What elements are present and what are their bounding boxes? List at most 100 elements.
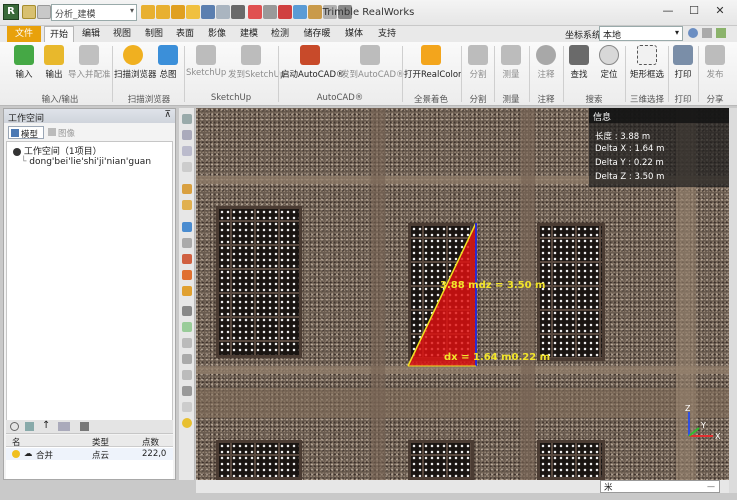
send-sketchup-button[interactable]: 发到SketchUp [228, 45, 285, 89]
color-icon[interactable] [182, 200, 192, 210]
close-button[interactable]: ✕ [706, 0, 734, 22]
import-registration-button[interactable]: 导入并配准 [68, 45, 111, 89]
segment-button[interactable]: 分割 [464, 45, 492, 89]
maximize-button[interactable]: ☐ [680, 0, 708, 22]
top-view-icon[interactable] [182, 254, 192, 264]
y-axis-label: Y [700, 421, 706, 430]
find-button[interactable]: 查找 [566, 45, 592, 89]
locate-button[interactable]: 定位 [596, 45, 622, 89]
table-row[interactable]: ☁ 合并 点云 222,0 [6, 448, 173, 461]
tab-image[interactable]: 图像 [46, 126, 80, 139]
settings-icon[interactable] [80, 422, 89, 431]
fit-view-icon[interactable] [182, 162, 192, 172]
group-label-share: 分享 [706, 95, 724, 105]
tab-imaging[interactable]: 影像 [204, 26, 230, 42]
sun-icon[interactable] [182, 418, 192, 428]
tab-home[interactable]: 开始 [44, 26, 74, 42]
tab-modeling[interactable]: 建模 [236, 26, 262, 42]
tab-support[interactable]: 支持 [374, 26, 400, 42]
info-delta-x: Delta X : 1.64 m [595, 144, 665, 154]
pan-view-icon[interactable] [182, 130, 192, 140]
overview-button[interactable]: 总图 [154, 45, 182, 89]
tab-drawing[interactable]: 制图 [141, 26, 167, 42]
light-icon[interactable] [182, 184, 192, 194]
options-icon[interactable] [702, 28, 712, 38]
tree-project-item[interactable]: └ dong'bei'lie'shi'ji'nian'guan [21, 157, 151, 167]
column-header-name[interactable]: 名 [12, 436, 21, 448]
limit-box-icon[interactable] [182, 370, 192, 380]
row-name: 合并 [36, 451, 54, 461]
tab-edit[interactable]: 编辑 [78, 26, 104, 42]
back-view-icon[interactable] [182, 238, 192, 248]
unit-value: 米 [604, 483, 613, 493]
output-label: 输出 [45, 70, 63, 80]
property-table: 名 类型 点数 ☁ 合并 点云 222,0 [6, 435, 173, 479]
perspective-icon[interactable] [182, 306, 192, 316]
axis-gizmo: X Y Z [685, 404, 721, 441]
tab-inspection[interactable]: 检测 [267, 26, 293, 42]
filter-icon[interactable] [25, 422, 34, 431]
group-label-search: 搜索 [585, 95, 603, 105]
print-button[interactable]: 打印 [670, 45, 696, 89]
help-icon[interactable] [688, 28, 698, 38]
binoculars-icon [569, 45, 589, 65]
image-icon [48, 128, 56, 136]
info-panel: 信息 长度 : 3.88 m Delta X : 1.64 m Delta Y … [589, 108, 729, 187]
left-view-icon[interactable] [182, 286, 192, 296]
group-separator [698, 46, 699, 102]
cross-icon[interactable] [182, 354, 192, 364]
pin-icon[interactable]: ⊼ [164, 110, 171, 120]
send-sketchup-icon [241, 45, 261, 65]
clip-icon[interactable] [182, 338, 192, 348]
tab-model[interactable]: 模型 [8, 126, 44, 140]
tree-root-item[interactable]: 工作空间（1项目） [13, 144, 102, 157]
annotate-icon [536, 45, 556, 65]
view-mode-icon[interactable] [58, 422, 70, 431]
front-view-icon[interactable] [182, 222, 192, 232]
group-separator [625, 46, 626, 102]
tab-view[interactable]: 视图 [109, 26, 135, 42]
measure-button[interactable]: 测量 [497, 45, 525, 89]
publish-button[interactable]: 发布 [702, 45, 728, 89]
grid-icon[interactable] [182, 322, 192, 332]
printer-icon [673, 45, 693, 65]
group-separator [494, 46, 495, 102]
up-arrow-icon[interactable]: ↑ [42, 420, 50, 431]
minimize-panel-icon[interactable]: — [707, 482, 715, 491]
tab-file[interactable]: 文件 [7, 26, 41, 42]
x-axis-label: X [715, 432, 721, 441]
info-length: 长度 : 3.88 m [595, 132, 651, 142]
workspace-icon [13, 147, 21, 156]
annotate-button[interactable]: 注释 [532, 45, 560, 89]
group-separator [563, 46, 564, 102]
orbit-icon[interactable] [182, 114, 192, 124]
coord-system-select[interactable]: 本地 ▾ [599, 26, 683, 41]
tab-media[interactable]: 媒体 [341, 26, 367, 42]
input-button[interactable]: 输入 [10, 45, 38, 89]
bottom-view-icon[interactable] [182, 270, 192, 280]
unit-field[interactable]: 米 [600, 480, 720, 493]
zoom-view-icon[interactable] [182, 146, 192, 156]
bulb-icon[interactable] [12, 450, 20, 458]
station-icon[interactable] [182, 386, 192, 396]
tab-storage[interactable]: 储存暖 [299, 26, 335, 42]
open-realcolor-button[interactable]: 打开RealColor [404, 45, 462, 89]
3d-viewport[interactable]: 3.88 mdz = 3.50 m dx = 1.64 m0.22 m 信息 长… [196, 108, 729, 480]
info-delta-y: Delta Y : 0.22 m [595, 158, 664, 168]
output-button[interactable]: 输出 [40, 45, 68, 89]
send-autocad-button[interactable]: 发到AutoCAD® [341, 45, 405, 89]
sketchup-button[interactable]: SketchUp [186, 45, 226, 89]
layout-icon[interactable] [716, 28, 726, 38]
tab-surface[interactable]: 表面 [172, 26, 198, 42]
vertical-scrollbar[interactable] [729, 108, 737, 493]
point-size-icon[interactable] [182, 402, 192, 412]
search-icon[interactable] [10, 422, 19, 431]
column-header-points[interactable]: 点数 [142, 436, 159, 448]
minimize-button[interactable]: — [654, 0, 682, 22]
workspace-panel: 工作空间 ⊼ 模型 图像 工作空间（1项目） └ dong'bei'lie'sh… [3, 108, 176, 480]
launch-autocad-button[interactable]: 启动AutoCAD® [281, 45, 345, 89]
input-label: 输入 [15, 70, 33, 80]
scan-explorer-button[interactable]: 扫描浏览器 [114, 45, 157, 89]
column-header-type[interactable]: 类型 [92, 436, 109, 448]
rect-select-button[interactable]: 矩形框选 [627, 45, 667, 89]
